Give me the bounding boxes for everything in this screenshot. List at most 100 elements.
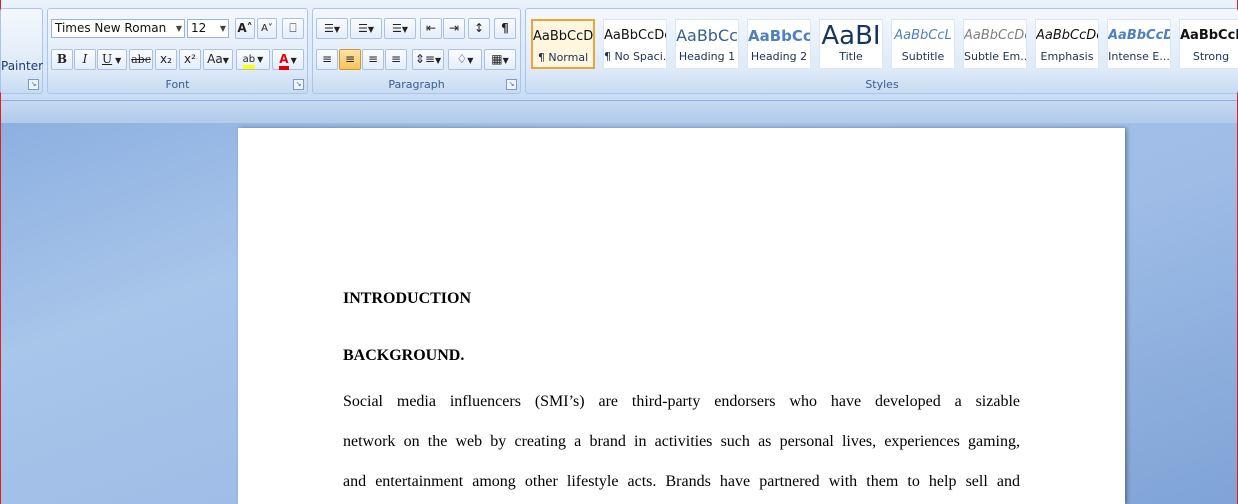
style-item[interactable]: AaBbCcDc Subtle Em...	[963, 19, 1027, 69]
style-item[interactable]: AaBbCcD Strong	[1179, 19, 1238, 69]
font-launcher-icon[interactable]: ↘	[293, 79, 304, 90]
chevron-down-icon: ▼	[367, 25, 375, 34]
style-name: ¶ Normal	[537, 51, 589, 64]
align-center-button[interactable]: ≡	[339, 49, 361, 70]
increase-indent-button[interactable]: ⇥	[443, 18, 465, 39]
style-sample: AaBbCcDc	[1036, 28, 1098, 43]
font-name-select[interactable]: Times New Roman ▼	[51, 19, 185, 38]
style-item[interactable]: AaBbCcDc ¶ No Spaci...	[603, 19, 667, 69]
style-name: Title	[839, 50, 863, 63]
style-item[interactable]: AaBbCc Heading 1	[675, 19, 739, 69]
ruler-strip	[1, 101, 1237, 123]
chevron-down-icon: ▼	[333, 25, 341, 34]
style-item[interactable]: AaBI Title	[819, 19, 883, 69]
style-name: ¶ No Spaci...	[604, 50, 666, 63]
align-center-icon: ≡	[344, 52, 356, 66]
chevron-down-icon: ▼	[219, 24, 226, 33]
numbering-button[interactable]: ☰▼	[350, 18, 382, 39]
style-item[interactable]: AaBbCc Heading 2	[747, 19, 811, 69]
bullets-icon: ☰	[323, 22, 334, 35]
superscript-button[interactable]: x²	[179, 49, 201, 70]
align-right-icon: ≡	[367, 52, 379, 66]
paragraph-group-label: Paragraph	[388, 78, 445, 91]
text-line: and entertainment among other lifestyle …	[343, 473, 1020, 490]
strikethrough-button[interactable]: abc	[129, 49, 153, 70]
style-item[interactable]: AaBbCcDc Emphasis	[1035, 19, 1099, 69]
clear-formatting-button[interactable]: ⎕	[282, 18, 304, 39]
highlighter-icon: ab	[242, 54, 256, 69]
bold-icon: B	[56, 52, 68, 66]
font-group: Times New Roman ▼ 12 ▼ A˄ A˅ ⎕ B I U ▼ ab…	[47, 8, 308, 94]
style-sample: AaBbCcDc	[604, 28, 666, 43]
style-name: Emphasis	[1040, 50, 1094, 63]
style-name: Heading 2	[750, 50, 808, 63]
subscript-button[interactable]: x₂	[155, 49, 177, 70]
chevron-down-icon: ▼	[290, 56, 297, 65]
clipboard-group: Painter ↘	[0, 8, 43, 94]
chevron-down-icon: ▼	[115, 56, 122, 65]
document-page[interactable]: INTRODUCTION BACKGROUND. Social media in…	[238, 128, 1125, 504]
font-name-value: Times New Roman	[55, 21, 167, 35]
bullets-button[interactable]: ☰▼	[316, 18, 348, 39]
borders-icon: ▦	[491, 52, 503, 66]
multilevel-list-icon: ☰	[391, 22, 402, 35]
font-size-select[interactable]: 12 ▼	[187, 19, 229, 38]
show-marks-button[interactable]: ¶	[494, 18, 516, 39]
style-sample: AaBbCcL	[894, 28, 952, 43]
decrease-indent-button[interactable]: ⇤	[420, 18, 442, 39]
line-spacing-button[interactable]: ⇕≡▼	[412, 49, 444, 70]
highlight-button[interactable]: ab ▼	[236, 49, 270, 70]
style-name: Strong	[1192, 50, 1230, 63]
borders-button[interactable]: ▦▼	[484, 49, 516, 70]
font-color-icon: A	[279, 53, 289, 70]
align-left-icon: ≡	[321, 52, 333, 66]
heading-introduction: INTRODUCTION	[343, 290, 472, 307]
styles-group-label: Styles	[865, 78, 899, 91]
numbering-icon: ☰	[357, 22, 368, 35]
chevron-down-icon: ▼	[467, 56, 474, 65]
style-sample: AaBbCc	[748, 27, 810, 45]
style-sample: AaBbCcD	[1180, 28, 1238, 43]
text-line: Social media influencers (SMI’s) are thi…	[343, 393, 1020, 410]
paragraph-group: ☰▼ ☰▼ ☰▼ ⇤ ⇥ ↕ ¶ ≡ ≡ ≡ ≡ ⇕≡▼ ♢▼ ▦▼ Parag…	[312, 8, 521, 94]
chevron-down-icon: ▼	[434, 56, 442, 65]
multilevel-list-button[interactable]: ☰▼	[384, 18, 416, 39]
chevron-down-icon: ▼	[222, 56, 229, 65]
font-color-button[interactable]: A ▼	[272, 49, 304, 70]
shading-button[interactable]: ♢▼	[448, 49, 482, 70]
justify-button[interactable]: ≡	[385, 49, 407, 70]
shrink-font-button[interactable]: A˅	[257, 18, 277, 39]
ribbon: Painter ↘ Times New Roman ▼ 12 ▼ A˄ A˅ ⎕…	[0, 0, 1238, 101]
style-item[interactable]: AaBbCcDc Intense E...	[1107, 19, 1171, 69]
paint-bucket-icon: ♢	[456, 52, 468, 66]
paragraph-launcher-icon[interactable]: ↘	[506, 79, 517, 90]
align-left-button[interactable]: ≡	[316, 49, 338, 70]
underline-button[interactable]: U ▼	[97, 49, 127, 70]
grow-font-button[interactable]: A˄	[235, 18, 255, 39]
chevron-down-icon: ▼	[257, 55, 264, 64]
italic-button[interactable]: I	[74, 49, 96, 70]
strikethrough-icon: abc	[131, 53, 151, 66]
style-name: Subtle Em...	[964, 50, 1026, 63]
style-sample: AaBbCcDc	[1108, 28, 1170, 43]
line-spacing-icon: ⇕≡	[414, 52, 435, 66]
chevron-down-icon: ▼	[175, 24, 182, 33]
change-case-icon: Aa	[207, 52, 223, 66]
chevron-down-icon: ▼	[502, 56, 509, 65]
text-line: network on the web by creating a brand i…	[343, 433, 1020, 450]
style-item[interactable]: AaBbCcL Subtitle	[891, 19, 955, 69]
align-right-button[interactable]: ≡	[362, 49, 384, 70]
justify-icon: ≡	[390, 52, 402, 66]
bold-button[interactable]: B	[51, 49, 73, 70]
font-group-label: Font	[165, 78, 190, 91]
change-case-button[interactable]: Aa▼	[203, 49, 233, 70]
style-item[interactable]: AaBbCcDc ¶ Normal	[531, 19, 595, 69]
sort-button[interactable]: ↕	[468, 18, 490, 39]
format-painter-label[interactable]: Painter	[1, 59, 43, 73]
paragraph-text: Social media influencers (SMI’s) are thi…	[343, 382, 1020, 502]
style-name: Subtitle	[901, 50, 945, 63]
clipboard-launcher-icon[interactable]: ↘	[28, 79, 39, 90]
font-size-value: 12	[191, 21, 207, 35]
heading-background: BACKGROUND.	[343, 347, 465, 364]
style-sample: AaBbCcDc	[533, 29, 593, 44]
